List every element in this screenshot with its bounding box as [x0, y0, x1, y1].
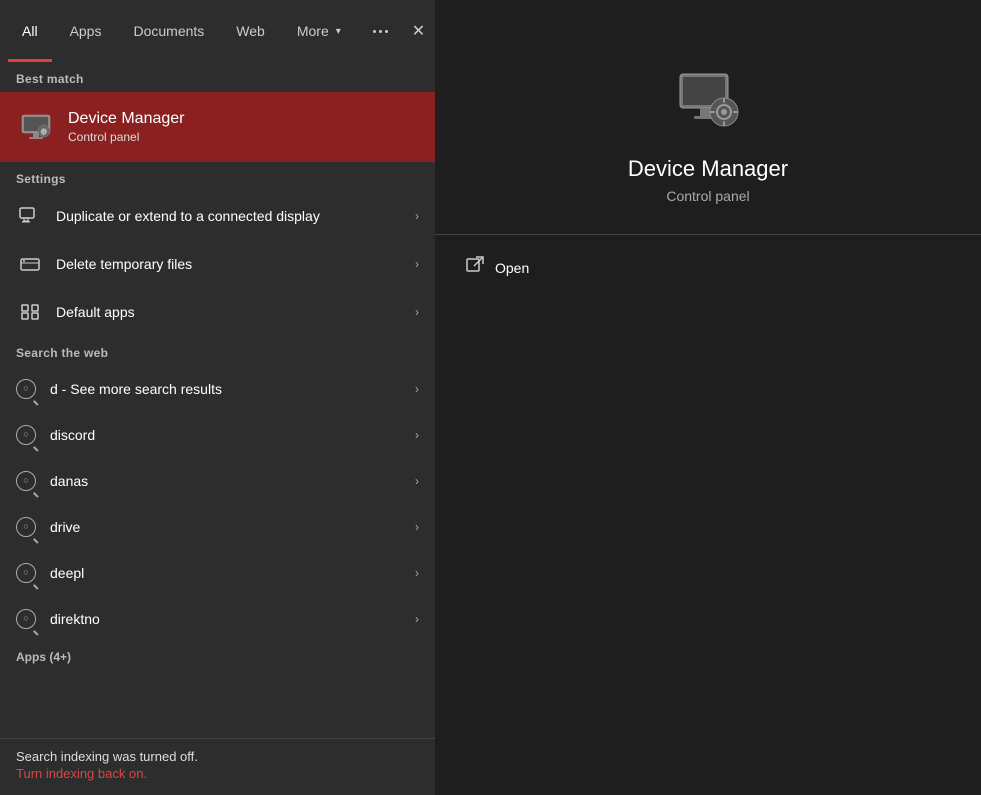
tab-documents[interactable]: Documents: [119, 0, 218, 62]
web-direktno-label: direktno: [50, 611, 415, 627]
external-link-icon: [465, 255, 485, 280]
chevron-right-icon: ›: [415, 474, 419, 488]
chevron-right-icon: ›: [415, 520, 419, 534]
open-button[interactable]: Open: [465, 255, 951, 280]
status-bar: Search indexing was turned off. Turn ind…: [0, 738, 435, 795]
right-icon-area: Device Manager Control panel: [435, 60, 981, 235]
chevron-down-icon: ▾: [336, 26, 341, 37]
web-danas-label: danas: [50, 473, 415, 489]
search-icon: ○: [16, 471, 36, 491]
web-deepl-label: deepl: [50, 565, 415, 581]
search-icon: ○: [16, 609, 36, 629]
tab-web[interactable]: Web: [222, 0, 279, 62]
web-item-see-more[interactable]: ○ d - See more search results ›: [0, 366, 435, 412]
web-item-drive[interactable]: ○ drive ›: [0, 504, 435, 550]
web-item-direktno[interactable]: ○ direktno ›: [0, 596, 435, 642]
results-area: Best match ⚙: [0, 62, 435, 738]
device-manager-icon: ⚙: [16, 107, 56, 147]
search-web-label: Search the web: [0, 336, 435, 366]
web-see-more-label: d - See more search results: [50, 381, 415, 397]
storage-icon: [16, 250, 44, 278]
chevron-right-icon: ›: [415, 612, 419, 626]
web-item-discord[interactable]: ○ discord ›: [0, 412, 435, 458]
display-item-label: Duplicate or extend to a connected displ…: [56, 208, 415, 224]
search-icon: ○: [16, 517, 36, 537]
best-match-title: Device Manager: [68, 110, 185, 128]
settings-item-defaultapps[interactable]: Default apps ›: [0, 288, 435, 336]
right-device-manager-icon: [668, 60, 748, 140]
settings-item-display[interactable]: Duplicate or extend to a connected displ…: [0, 192, 435, 240]
open-label: Open: [495, 260, 529, 276]
tab-all[interactable]: All: [8, 0, 52, 62]
web-discord-label: discord: [50, 427, 415, 443]
chevron-right-icon: ›: [415, 305, 419, 319]
apps-section-label: Apps (4+): [0, 642, 435, 668]
indexing-link[interactable]: Turn indexing back on.: [16, 766, 419, 781]
right-panel: Device Manager Control panel Open: [435, 0, 981, 795]
web-item-danas[interactable]: ○ danas ›: [0, 458, 435, 504]
search-window: All Apps Documents Web More ▾: [0, 0, 981, 795]
web-drive-label: drive: [50, 519, 415, 535]
status-message: Search indexing was turned off.: [16, 749, 419, 764]
grid-icon: [16, 298, 44, 326]
right-panel-subtitle: Control panel: [666, 188, 749, 204]
svg-text:⚙: ⚙: [40, 128, 47, 137]
search-icon: ○: [16, 563, 36, 583]
right-panel-title: Device Manager: [628, 156, 788, 182]
close-icon: ✕: [412, 21, 425, 41]
chevron-right-icon: ›: [415, 257, 419, 271]
tab-apps[interactable]: Apps: [56, 0, 116, 62]
left-panel: All Apps Documents Web More ▾: [0, 0, 435, 795]
chevron-right-icon: ›: [415, 209, 419, 223]
search-icon: ○: [16, 379, 36, 399]
best-match-item[interactable]: ⚙ Device Manager Control panel: [0, 92, 435, 162]
right-actions-area: Open: [435, 235, 981, 300]
temp-item-label: Delete temporary files: [56, 256, 415, 272]
settings-section-label: Settings: [0, 162, 435, 192]
tab-more[interactable]: More ▾: [283, 0, 355, 62]
chevron-right-icon: ›: [415, 428, 419, 442]
settings-item-temp[interactable]: Delete temporary files ›: [0, 240, 435, 288]
web-item-deepl[interactable]: ○ deepl ›: [0, 550, 435, 596]
search-icon: ○: [16, 425, 36, 445]
close-button[interactable]: ✕: [402, 0, 435, 62]
defaultapps-item-label: Default apps: [56, 304, 415, 320]
more-options-button[interactable]: [363, 0, 398, 62]
monitor-icon: [16, 202, 44, 230]
best-match-label: Best match: [0, 62, 435, 92]
best-match-subtitle: Control panel: [68, 130, 185, 144]
chevron-right-icon: ›: [415, 382, 419, 396]
tab-bar: All Apps Documents Web More ▾: [0, 0, 435, 62]
chevron-right-icon: ›: [415, 566, 419, 580]
